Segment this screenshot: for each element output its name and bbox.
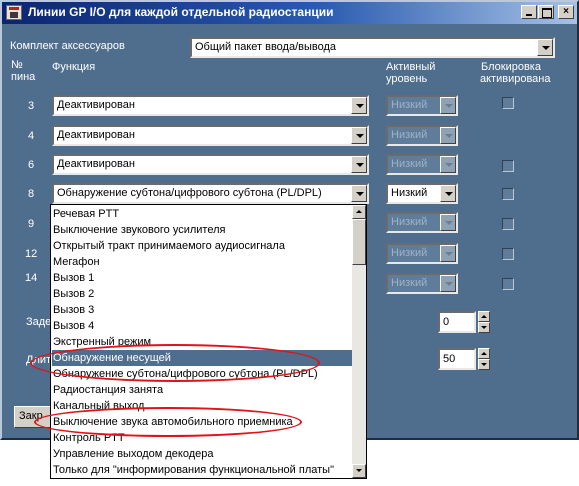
chevron-down-icon[interactable] (440, 185, 456, 202)
active-level-value: Низкий (391, 187, 428, 199)
dropdown-item[interactable]: Только для "информирования функционально… (52, 462, 353, 478)
delay-spinner[interactable]: 0 (438, 311, 490, 333)
minimize-button[interactable] (521, 5, 537, 19)
radio-app-icon (6, 5, 22, 20)
dropdown-scrollbar[interactable] (352, 205, 366, 478)
dropdown-item[interactable]: Обнаружение субтона/цифрового субтона (P… (52, 366, 353, 382)
pin-label: 6 (28, 159, 35, 171)
maximize-button[interactable] (538, 5, 554, 19)
close-window-button[interactable]: × (558, 5, 574, 19)
active-level-value: Низкий (391, 216, 428, 228)
lock-checkbox[interactable] (502, 248, 514, 260)
function-value: Деактивирован (57, 158, 135, 170)
close-button-label: Закр (19, 410, 43, 422)
duration-spinner[interactable]: 50 (438, 348, 490, 370)
active-level-select[interactable]: Низкий (386, 183, 458, 204)
spin-up-icon[interactable] (478, 311, 490, 322)
active-level-select: Низкий (386, 154, 458, 175)
scroll-thumb[interactable] (352, 219, 366, 265)
dropdown-item[interactable]: Вызов 4 (52, 318, 353, 334)
chevron-down-icon (440, 156, 456, 173)
lock-checkbox[interactable] (502, 218, 514, 230)
dropdown-item[interactable]: Открытый тракт принимаемого аудиосигнала (52, 238, 353, 254)
pin-label: 9 (28, 218, 35, 230)
active-level-select: Низкий (386, 125, 458, 146)
function-dropdown-list[interactable]: Речевая PTT Выключение звукового усилите… (50, 204, 367, 479)
chevron-down-icon[interactable] (537, 39, 553, 56)
accessory-kit-label: Комплект аксессуаров (10, 40, 125, 52)
function-select[interactable]: Деактивирован (52, 154, 369, 175)
active-level-value: Низкий (391, 277, 428, 289)
spin-down-icon[interactable] (478, 359, 490, 370)
delay-input[interactable]: 0 (438, 311, 476, 333)
lock-checkbox[interactable] (502, 160, 514, 172)
duration-label: Длит (26, 354, 52, 366)
function-value: Деактивирован (57, 129, 135, 141)
title-bar[interactable]: Линии GP I/O для каждой отдельной радиос… (2, 2, 577, 24)
delay-label: Заде (26, 316, 52, 328)
dropdown-item[interactable]: Вызов 3 (52, 302, 353, 318)
dropdown-item[interactable]: Выключение звукового усилителя (52, 222, 353, 238)
pin-number-header: № (11, 59, 23, 71)
active-level-value: Низкий (391, 99, 428, 111)
delay-value: 0 (443, 316, 450, 328)
accessory-kit-value: Общий пакет ввода/вывода (195, 41, 337, 53)
chevron-down-icon (440, 275, 456, 292)
function-select[interactable]: Деактивирован (52, 125, 369, 146)
dropdown-item-selected[interactable]: Обнаружение несущей (52, 350, 353, 366)
lock-checkbox[interactable] (502, 278, 514, 290)
function-value: Деактивирован (57, 99, 135, 111)
active-level-value: Низкий (391, 158, 428, 170)
function-select-open[interactable]: Обнаружение субтона/цифрового субтона (P… (52, 183, 369, 204)
dropdown-item[interactable]: Мегафон (52, 254, 353, 270)
dropdown-item[interactable]: Выключение звука автомобильного приемник… (52, 414, 353, 430)
dropdown-item[interactable]: Вызов 2 (52, 286, 353, 302)
dropdown-item[interactable]: Управление выходом декодера (52, 446, 353, 462)
pin-label: 12 (25, 248, 38, 260)
lock-checkbox[interactable] (502, 188, 514, 200)
dropdown-item[interactable]: Экстренный режим (52, 334, 353, 350)
chevron-down-icon[interactable] (351, 185, 367, 202)
function-select[interactable]: Деактивирован (52, 95, 369, 116)
active-level-header-line1: Активный (386, 61, 436, 73)
dropdown-item[interactable]: Радиостанция занята (52, 382, 353, 398)
window-title: Линии GP I/O для каждой отдельной радиос… (28, 5, 334, 19)
pin-label: 3 (28, 100, 35, 112)
duration-value: 50 (443, 353, 456, 365)
dropdown-item[interactable]: Речевая PTT (52, 206, 353, 222)
lock-header-line1: Блокировка (481, 61, 541, 73)
spin-down-icon[interactable] (478, 322, 490, 333)
spin-up-icon[interactable] (478, 348, 490, 359)
pin-label: 14 (25, 272, 38, 284)
chevron-down-icon (440, 214, 456, 231)
scroll-down-icon[interactable] (352, 464, 366, 478)
dropdown-item[interactable]: Канальный выход (52, 398, 353, 414)
active-level-select: Низкий (386, 273, 458, 294)
active-level-select: Низкий (386, 212, 458, 233)
accessory-kit-select[interactable]: Общий пакет ввода/вывода (190, 37, 555, 58)
pin-header: пина (11, 71, 36, 83)
chevron-down-icon (440, 97, 456, 114)
scroll-up-icon[interactable] (352, 205, 366, 219)
chevron-down-icon[interactable] (351, 127, 367, 144)
pin-label: 4 (28, 130, 35, 142)
active-level-select: Низкий (386, 95, 458, 116)
chevron-down-icon (440, 127, 456, 144)
active-level-value: Низкий (391, 247, 428, 259)
pin-label: 8 (28, 188, 35, 200)
active-level-header-line2: уровень (386, 73, 428, 85)
duration-input[interactable]: 50 (438, 348, 476, 370)
dropdown-item[interactable]: Вызов 1 (52, 270, 353, 286)
function-header: Функция (52, 61, 96, 73)
chevron-down-icon (440, 245, 456, 262)
lock-header-line2: активирована (480, 73, 551, 85)
active-level-select: Низкий (386, 243, 458, 264)
dropdown-item[interactable]: Контроль PTT (52, 430, 353, 446)
lock-checkbox[interactable] (502, 97, 514, 109)
function-value: Обнаружение субтона/цифрового субтона (P… (57, 187, 322, 199)
chevron-down-icon[interactable] (351, 97, 367, 114)
chevron-down-icon[interactable] (351, 156, 367, 173)
active-level-value: Низкий (391, 129, 428, 141)
